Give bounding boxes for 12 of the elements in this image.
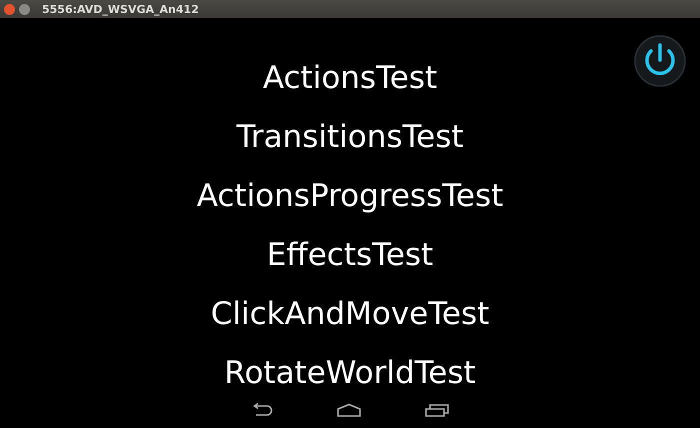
close-button[interactable] bbox=[4, 4, 15, 14]
menu-item[interactable]: TransitionsTest bbox=[232, 108, 468, 167]
recent-apps-icon[interactable] bbox=[424, 403, 450, 417]
menu-item[interactable]: EffectsTest bbox=[262, 226, 438, 285]
menu-item[interactable]: ActionsProgressTest bbox=[192, 167, 508, 226]
power-icon[interactable] bbox=[634, 35, 686, 87]
home-icon[interactable] bbox=[336, 403, 362, 417]
minimize-button[interactable] bbox=[19, 4, 30, 14]
menu-item[interactable]: RotateWorldTest bbox=[220, 344, 480, 403]
window-title: 5556:AVD_WSVGA_An412 bbox=[42, 4, 199, 14]
menu-item[interactable]: ClickAndMoveTest bbox=[206, 285, 494, 344]
menu-item[interactable]: ActionsTest bbox=[258, 49, 442, 108]
